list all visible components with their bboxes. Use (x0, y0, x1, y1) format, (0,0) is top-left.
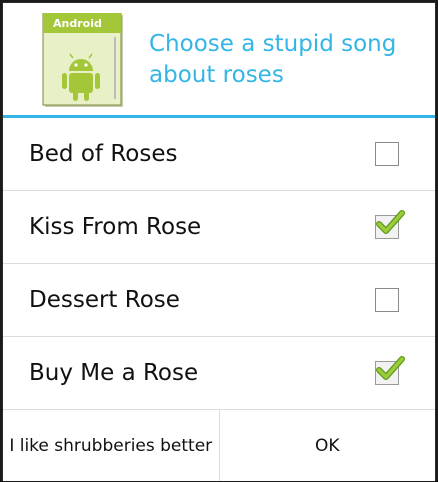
checkbox-kiss-from-rose[interactable] (375, 210, 405, 239)
checkbox-buy-me-a-rose[interactable] (375, 356, 405, 385)
android-icon: Android (42, 13, 123, 107)
dialog-header: Android Choose a stupid song about roses (3, 3, 435, 115)
list-item-label: Bed of Roses (29, 141, 178, 167)
dialog-button-bar: I like shrubberies better OK (3, 409, 435, 481)
list-item-label: Buy Me a Rose (29, 360, 199, 386)
checkbox-bed-of-roses[interactable] (375, 142, 399, 166)
list-item[interactable]: Bed of Roses (3, 118, 435, 191)
shrubberies-button[interactable]: I like shrubberies better (3, 410, 220, 481)
checkmark-icon (376, 356, 405, 380)
list-item[interactable]: Kiss From Rose (3, 191, 435, 264)
ok-button[interactable]: OK (219, 410, 435, 481)
checkmark-icon (376, 210, 405, 234)
list-item-label: Kiss From Rose (29, 214, 202, 240)
choice-dialog: Android Choose a stupid song about roses… (2, 2, 436, 481)
checkbox-dessert-rose[interactable] (375, 288, 399, 312)
list-item[interactable]: Dessert Rose (3, 264, 435, 337)
list-item[interactable]: Buy Me a Rose (3, 337, 435, 410)
icon-badge-text: Android (53, 17, 102, 30)
list-item-label: Dessert Rose (29, 287, 180, 313)
dialog-title: Choose a stupid song about roses (149, 31, 397, 88)
song-list: Bed of Roses Kiss From Rose Dessert Rose… (3, 118, 435, 410)
